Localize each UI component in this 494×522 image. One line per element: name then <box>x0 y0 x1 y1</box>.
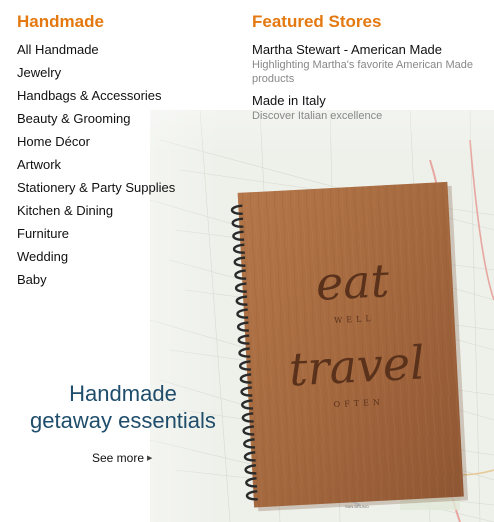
category-link-handbags-accessories[interactable]: Handbags & Accessories <box>17 88 162 103</box>
store-name[interactable]: Martha Stewart - American Made <box>252 41 482 58</box>
promo-title-line1: Handmade <box>69 381 177 406</box>
see-more-link[interactable]: See more ▶ <box>92 451 152 465</box>
category-link-kitchen-dining[interactable]: Kitchen & Dining <box>17 203 113 218</box>
handmade-category-list: All Handmade Jewelry Handbags & Accessor… <box>17 41 175 294</box>
handmade-flyout-menu: SAN BRUNO eat WELL travel OFTEN Handmade… <box>0 0 494 522</box>
category-link-home-decor[interactable]: Home Décor <box>17 134 90 149</box>
store-description: Discover Italian excellence <box>252 110 383 122</box>
caret-right-icon: ▶ <box>147 455 153 462</box>
list-item: Furniture <box>17 225 175 248</box>
list-item: Home Décor <box>17 133 175 156</box>
wooden-notebook: eat WELL travel OFTEN <box>230 181 469 512</box>
store-link-made-in-italy[interactable]: Made in Italy Discover Italian excellenc… <box>252 92 482 123</box>
category-link-all-handmade[interactable]: All Handmade <box>17 42 99 57</box>
handmade-heading: Handmade <box>17 12 104 31</box>
category-link-wedding[interactable]: Wedding <box>17 249 68 264</box>
category-link-baby[interactable]: Baby <box>17 272 47 287</box>
promo-title-line2: getaway essentials <box>30 408 216 433</box>
category-link-beauty-grooming[interactable]: Beauty & Grooming <box>17 111 130 126</box>
list-item: All Handmade <box>17 41 175 64</box>
store-name[interactable]: Made in Italy <box>252 92 482 109</box>
category-link-furniture[interactable]: Furniture <box>17 226 69 241</box>
featured-stores-list: Martha Stewart - American Made Highlight… <box>252 41 482 129</box>
list-item: Beauty & Grooming <box>17 110 175 133</box>
svg-text:eat: eat <box>315 253 391 311</box>
category-link-stationery-party[interactable]: Stationery & Party Supplies <box>17 180 175 195</box>
see-more-label: See more <box>92 451 145 465</box>
list-item: Handbags & Accessories <box>17 87 175 110</box>
category-link-artwork[interactable]: Artwork <box>17 157 61 172</box>
featured-stores-heading: Featured Stores <box>252 12 382 31</box>
svg-text:travel: travel <box>288 335 426 396</box>
list-item: Baby <box>17 271 175 294</box>
list-item: Artwork <box>17 156 175 179</box>
list-item: Stationery & Party Supplies <box>17 179 175 202</box>
store-link-martha-stewart[interactable]: Martha Stewart - American Made Highlight… <box>252 41 482 86</box>
list-item: Wedding <box>17 248 175 271</box>
list-item: Jewelry <box>17 64 175 87</box>
store-description: Highlighting Martha's favorite American … <box>252 59 473 85</box>
promo-title: Handmade getaway essentials <box>0 380 246 434</box>
list-item: Kitchen & Dining <box>17 202 175 225</box>
category-link-jewelry[interactable]: Jewelry <box>17 65 61 80</box>
